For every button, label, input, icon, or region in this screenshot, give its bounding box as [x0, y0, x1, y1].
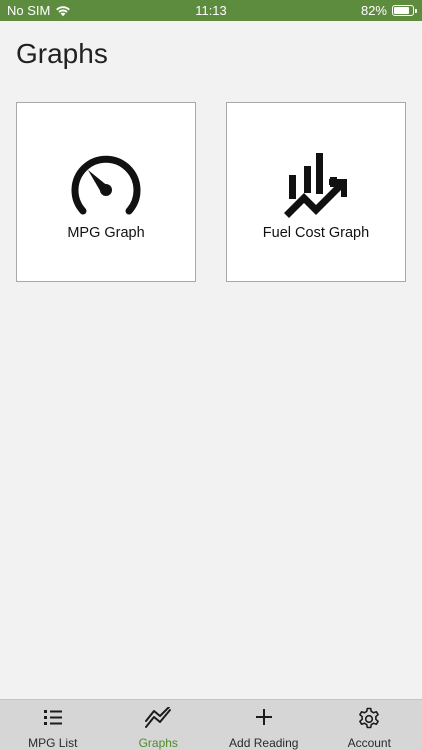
- fuel-cost-graph-tile[interactable]: Fuel Cost Graph: [226, 102, 406, 282]
- status-right: 82%: [360, 0, 417, 21]
- tab-mpg-list[interactable]: MPG List: [0, 700, 106, 750]
- mpg-graph-tile[interactable]: MPG Graph: [16, 102, 196, 282]
- tab-account[interactable]: Account: [317, 700, 422, 750]
- plus-icon: [255, 709, 272, 725]
- status-time: 11:13: [195, 3, 227, 18]
- list-icon: [43, 710, 62, 725]
- tab-bar: MPG List Graphs Add Reading Account: [0, 699, 422, 750]
- battery-percent: 82%: [360, 3, 387, 18]
- battery-fill: [394, 7, 409, 14]
- fuel-cost-graph-label: Fuel Cost Graph: [262, 225, 370, 241]
- tab-account-label: Account: [347, 736, 391, 750]
- tab-graphs-label: Graphs: [138, 736, 178, 750]
- tab-add-reading[interactable]: Add Reading: [211, 700, 317, 750]
- tab-add-reading-label: Add Reading: [229, 736, 299, 750]
- battery-icon: [392, 5, 417, 16]
- page-title: Graphs: [16, 38, 108, 69]
- tab-graphs[interactable]: Graphs: [106, 700, 212, 750]
- status-bar: No SIM 11:13 82%: [0, 0, 422, 21]
- mpg-graph-label: MPG Graph: [67, 225, 145, 241]
- line-graph-icon: [145, 707, 172, 728]
- bar-chart-trend-icon: [284, 153, 347, 218]
- gear-icon: [359, 707, 380, 729]
- tab-mpg-list-label: MPG List: [28, 736, 78, 750]
- speedometer-icon: [71, 155, 141, 215]
